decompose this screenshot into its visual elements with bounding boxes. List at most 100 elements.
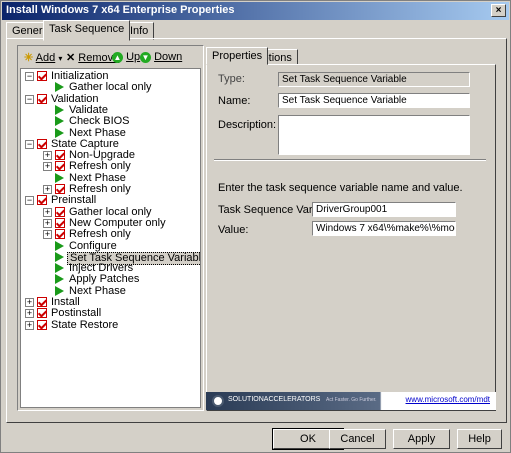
banner-brand: SOLUTIONACCELERATORS	[228, 396, 321, 403]
down-label: Down	[154, 51, 183, 63]
tree-node-label: Refresh only	[69, 228, 131, 241]
tree-node[interactable]: + Install	[21, 297, 199, 308]
group-check-icon	[55, 229, 65, 240]
up-label: Up	[126, 51, 141, 63]
tree-node-label: Check BIOS	[69, 115, 130, 128]
step-icon	[55, 274, 64, 285]
group-check-icon	[37, 319, 47, 330]
down-arrow-icon: ▼	[140, 52, 151, 63]
step-icon	[55, 127, 64, 138]
tree-node-label: Gather local only	[69, 81, 152, 94]
title-bar: Install Windows 7 x64 Enterprise Propert…	[2, 2, 509, 20]
tree-node[interactable]: + Gather local only	[21, 205, 199, 218]
tree-node[interactable]: Next Phase	[21, 126, 199, 139]
collapse-icon[interactable]: −	[25, 139, 34, 149]
group-check-icon	[55, 217, 65, 228]
tree-node[interactable]: Configure	[21, 239, 199, 252]
step-icon	[55, 240, 64, 251]
step-icon	[55, 82, 64, 93]
solution-accelerators-logo	[212, 395, 224, 407]
remove-icon: ✕	[66, 52, 76, 64]
expand-icon[interactable]: +	[43, 230, 52, 240]
close-icon: ×	[495, 5, 502, 16]
tree-node[interactable]: − Preinstall	[21, 195, 199, 206]
add-button[interactable]: ✳ Add ▾	[24, 51, 62, 64]
tree-node-label: Gather local only	[69, 205, 152, 218]
properties-window: Install Windows 7 x64 Enterprise Propert…	[0, 0, 511, 453]
expand-icon[interactable]: +	[43, 218, 52, 228]
tree-node-label: Refresh only	[69, 160, 131, 173]
type-field: Set Task Sequence Variable	[278, 72, 470, 87]
collapse-icon[interactable]: −	[25, 196, 34, 206]
tree-node-label: Configure	[69, 239, 117, 252]
tree-node[interactable]: Gather local only	[21, 82, 199, 93]
group-check-icon	[37, 93, 47, 104]
group-check-icon	[55, 161, 65, 172]
group-check-icon	[55, 184, 65, 194]
tree-node[interactable]: Apply Patches	[21, 274, 199, 285]
type-label: Type:	[218, 73, 245, 85]
group-check-icon	[37, 297, 47, 307]
window-title: Install Windows 7 x64 Enterprise Propert…	[6, 4, 235, 16]
tree-node-label: Preinstall	[51, 194, 97, 207]
tree-node-label: Next Phase	[69, 126, 126, 139]
group-check-icon	[37, 71, 47, 81]
tree-node-label: Apply Patches	[69, 273, 140, 286]
collapse-icon[interactable]: −	[25, 94, 34, 104]
expand-icon[interactable]: +	[25, 298, 34, 307]
tree-node[interactable]: + Postinstall	[21, 308, 199, 319]
tree-node[interactable]: + Refresh only	[21, 161, 199, 172]
group-check-icon	[37, 195, 47, 206]
task-sequence-tree[interactable]: − Initialization Gather local only − Validat…	[20, 68, 201, 408]
collapse-icon[interactable]: −	[25, 72, 34, 81]
step-icon	[55, 263, 64, 274]
tree-node[interactable]: − Validation	[21, 92, 199, 105]
group-check-icon	[37, 138, 47, 149]
close-button[interactable]: ×	[491, 4, 506, 17]
step-icon	[55, 104, 64, 115]
expand-icon[interactable]: +	[43, 162, 52, 172]
add-label: Add	[35, 52, 56, 64]
expand-icon[interactable]: +	[43, 185, 52, 194]
divider	[214, 159, 486, 161]
step-icon	[55, 116, 64, 127]
up-button[interactable]: ▲ Up	[112, 51, 140, 63]
tree-node-label: Validation	[51, 92, 99, 105]
properties-pane: Properties Options Type: Set Task Sequen…	[206, 45, 496, 411]
expand-icon[interactable]: +	[25, 320, 34, 330]
expand-icon[interactable]: +	[43, 207, 52, 217]
tree-node[interactable]: + Refresh only	[21, 184, 199, 195]
tree-node[interactable]: + Refresh only	[21, 229, 199, 240]
group-check-icon	[55, 206, 65, 217]
group-check-icon	[37, 308, 47, 319]
banner-tagline: Act Faster. Go Further.	[326, 397, 377, 403]
value-field[interactable]: Windows 7 x64\%make%\%model%	[312, 221, 456, 236]
expand-icon[interactable]: +	[25, 309, 34, 319]
description-field[interactable]	[278, 115, 470, 155]
task-sequence-variable-field[interactable]: DriverGroup001	[312, 202, 456, 217]
tree-node[interactable]: + State Restore	[21, 318, 199, 331]
add-icon: ✳	[24, 52, 34, 64]
tree-node-label: Postinstall	[51, 307, 102, 320]
up-arrow-icon: ▲	[112, 52, 123, 63]
toolbar: ✳ Add ▾ ✕ Remove ▲ Up ▼ Down	[20, 48, 201, 68]
expand-icon[interactable]: +	[43, 151, 52, 161]
group-check-icon	[55, 150, 65, 161]
cancel-button[interactable]: Cancel	[329, 429, 386, 449]
name-field[interactable]: Set Task Sequence Variable	[278, 93, 470, 108]
tree-node[interactable]: Next Phase	[21, 285, 199, 297]
apply-button[interactable]: Apply	[393, 429, 450, 449]
down-button[interactable]: ▼ Down	[140, 51, 182, 63]
tab-properties[interactable]: Properties	[206, 47, 269, 65]
tree-node[interactable]: Check BIOS	[21, 116, 199, 127]
step-icon	[55, 251, 64, 262]
mdt-link[interactable]: www.microsoft.com/mdt	[406, 395, 490, 404]
step-icon	[55, 172, 64, 183]
tree-node-label: State Restore	[51, 318, 119, 331]
value-label: Value:	[218, 224, 249, 236]
solution-accelerators-banner: SOLUTIONACCELERATORS Act Faster. Go Furt…	[206, 392, 496, 410]
instructions-text: Enter the task sequence variable name an…	[218, 182, 463, 194]
tab-task-sequence[interactable]: Task Sequence	[43, 20, 131, 41]
help-button[interactable]: Help	[457, 429, 502, 449]
dropdown-arrow-icon: ▾	[58, 54, 63, 63]
